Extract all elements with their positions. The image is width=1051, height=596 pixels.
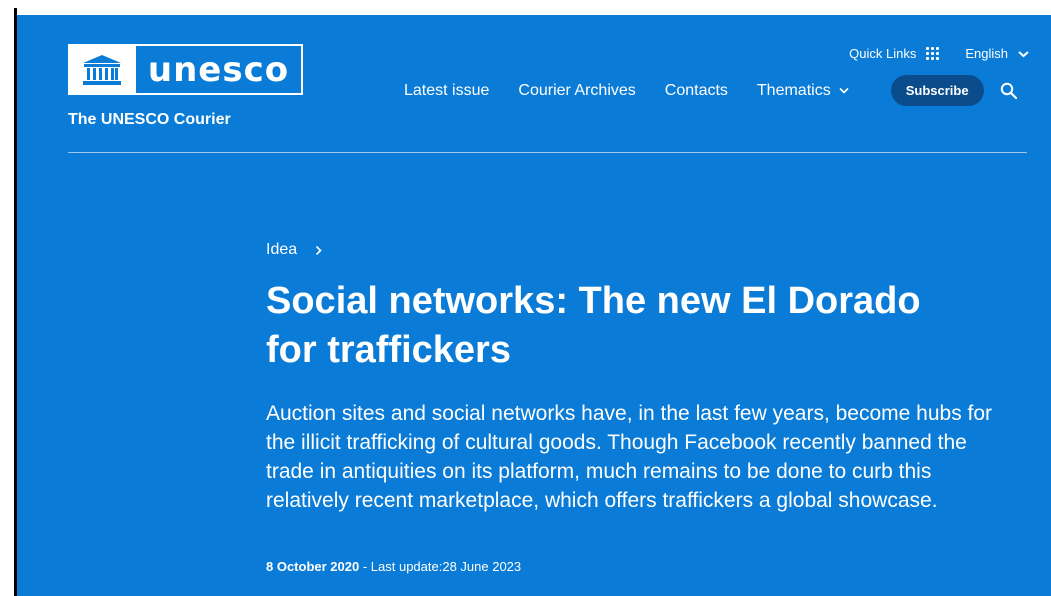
quick-links-button[interactable]: Quick Links xyxy=(849,46,940,61)
window-edge-top xyxy=(17,0,1051,15)
grid-dots-icon xyxy=(926,47,940,60)
nav-latest-issue[interactable]: Latest issue xyxy=(404,82,489,100)
article-meta: 8 October 2020 - Last update:28 June 202… xyxy=(266,559,521,574)
main-nav: Latest issue Courier Archives Contacts T… xyxy=(404,75,1018,106)
unesco-logo-link[interactable]: unesco xyxy=(68,44,303,95)
chevron-right-icon xyxy=(316,245,322,255)
logo-wordmark: unesco xyxy=(147,49,290,90)
nav-thematics-label: Thematics xyxy=(756,81,831,99)
update-date: 28 June 2023 xyxy=(442,559,522,574)
unesco-temple-icon xyxy=(70,46,136,93)
article-lead: Auction sites and social networks have, … xyxy=(266,402,993,512)
search-icon[interactable] xyxy=(1000,82,1018,100)
nav-contacts[interactable]: Contacts xyxy=(665,82,728,100)
header-divider xyxy=(68,152,1027,153)
language-label: English xyxy=(965,46,1008,61)
subscribe-button[interactable]: Subscribe xyxy=(890,75,984,106)
publish-date: 8 October 2020 xyxy=(266,559,360,574)
quick-links-label: Quick Links xyxy=(849,46,917,61)
breadcrumb: Idea xyxy=(266,241,322,259)
article-title: Social networks: The new El Dorado for t… xyxy=(266,280,921,371)
language-selector[interactable]: English xyxy=(965,46,1029,61)
nav-courier-archives[interactable]: Courier Archives xyxy=(518,82,635,100)
chevron-down-icon xyxy=(1018,50,1029,57)
site-name[interactable]: The UNESCO Courier xyxy=(68,111,231,129)
utility-bar: Quick Links English xyxy=(849,46,1029,61)
page-header: unesco The UNESCO Courier Quick Links En… xyxy=(17,15,1051,596)
update-label: Last update: xyxy=(370,559,443,574)
breadcrumb-category[interactable]: Idea xyxy=(266,241,297,259)
meta-separator: - xyxy=(359,559,371,574)
chevron-down-icon xyxy=(839,87,849,94)
nav-thematics[interactable]: Thematics xyxy=(757,82,849,100)
